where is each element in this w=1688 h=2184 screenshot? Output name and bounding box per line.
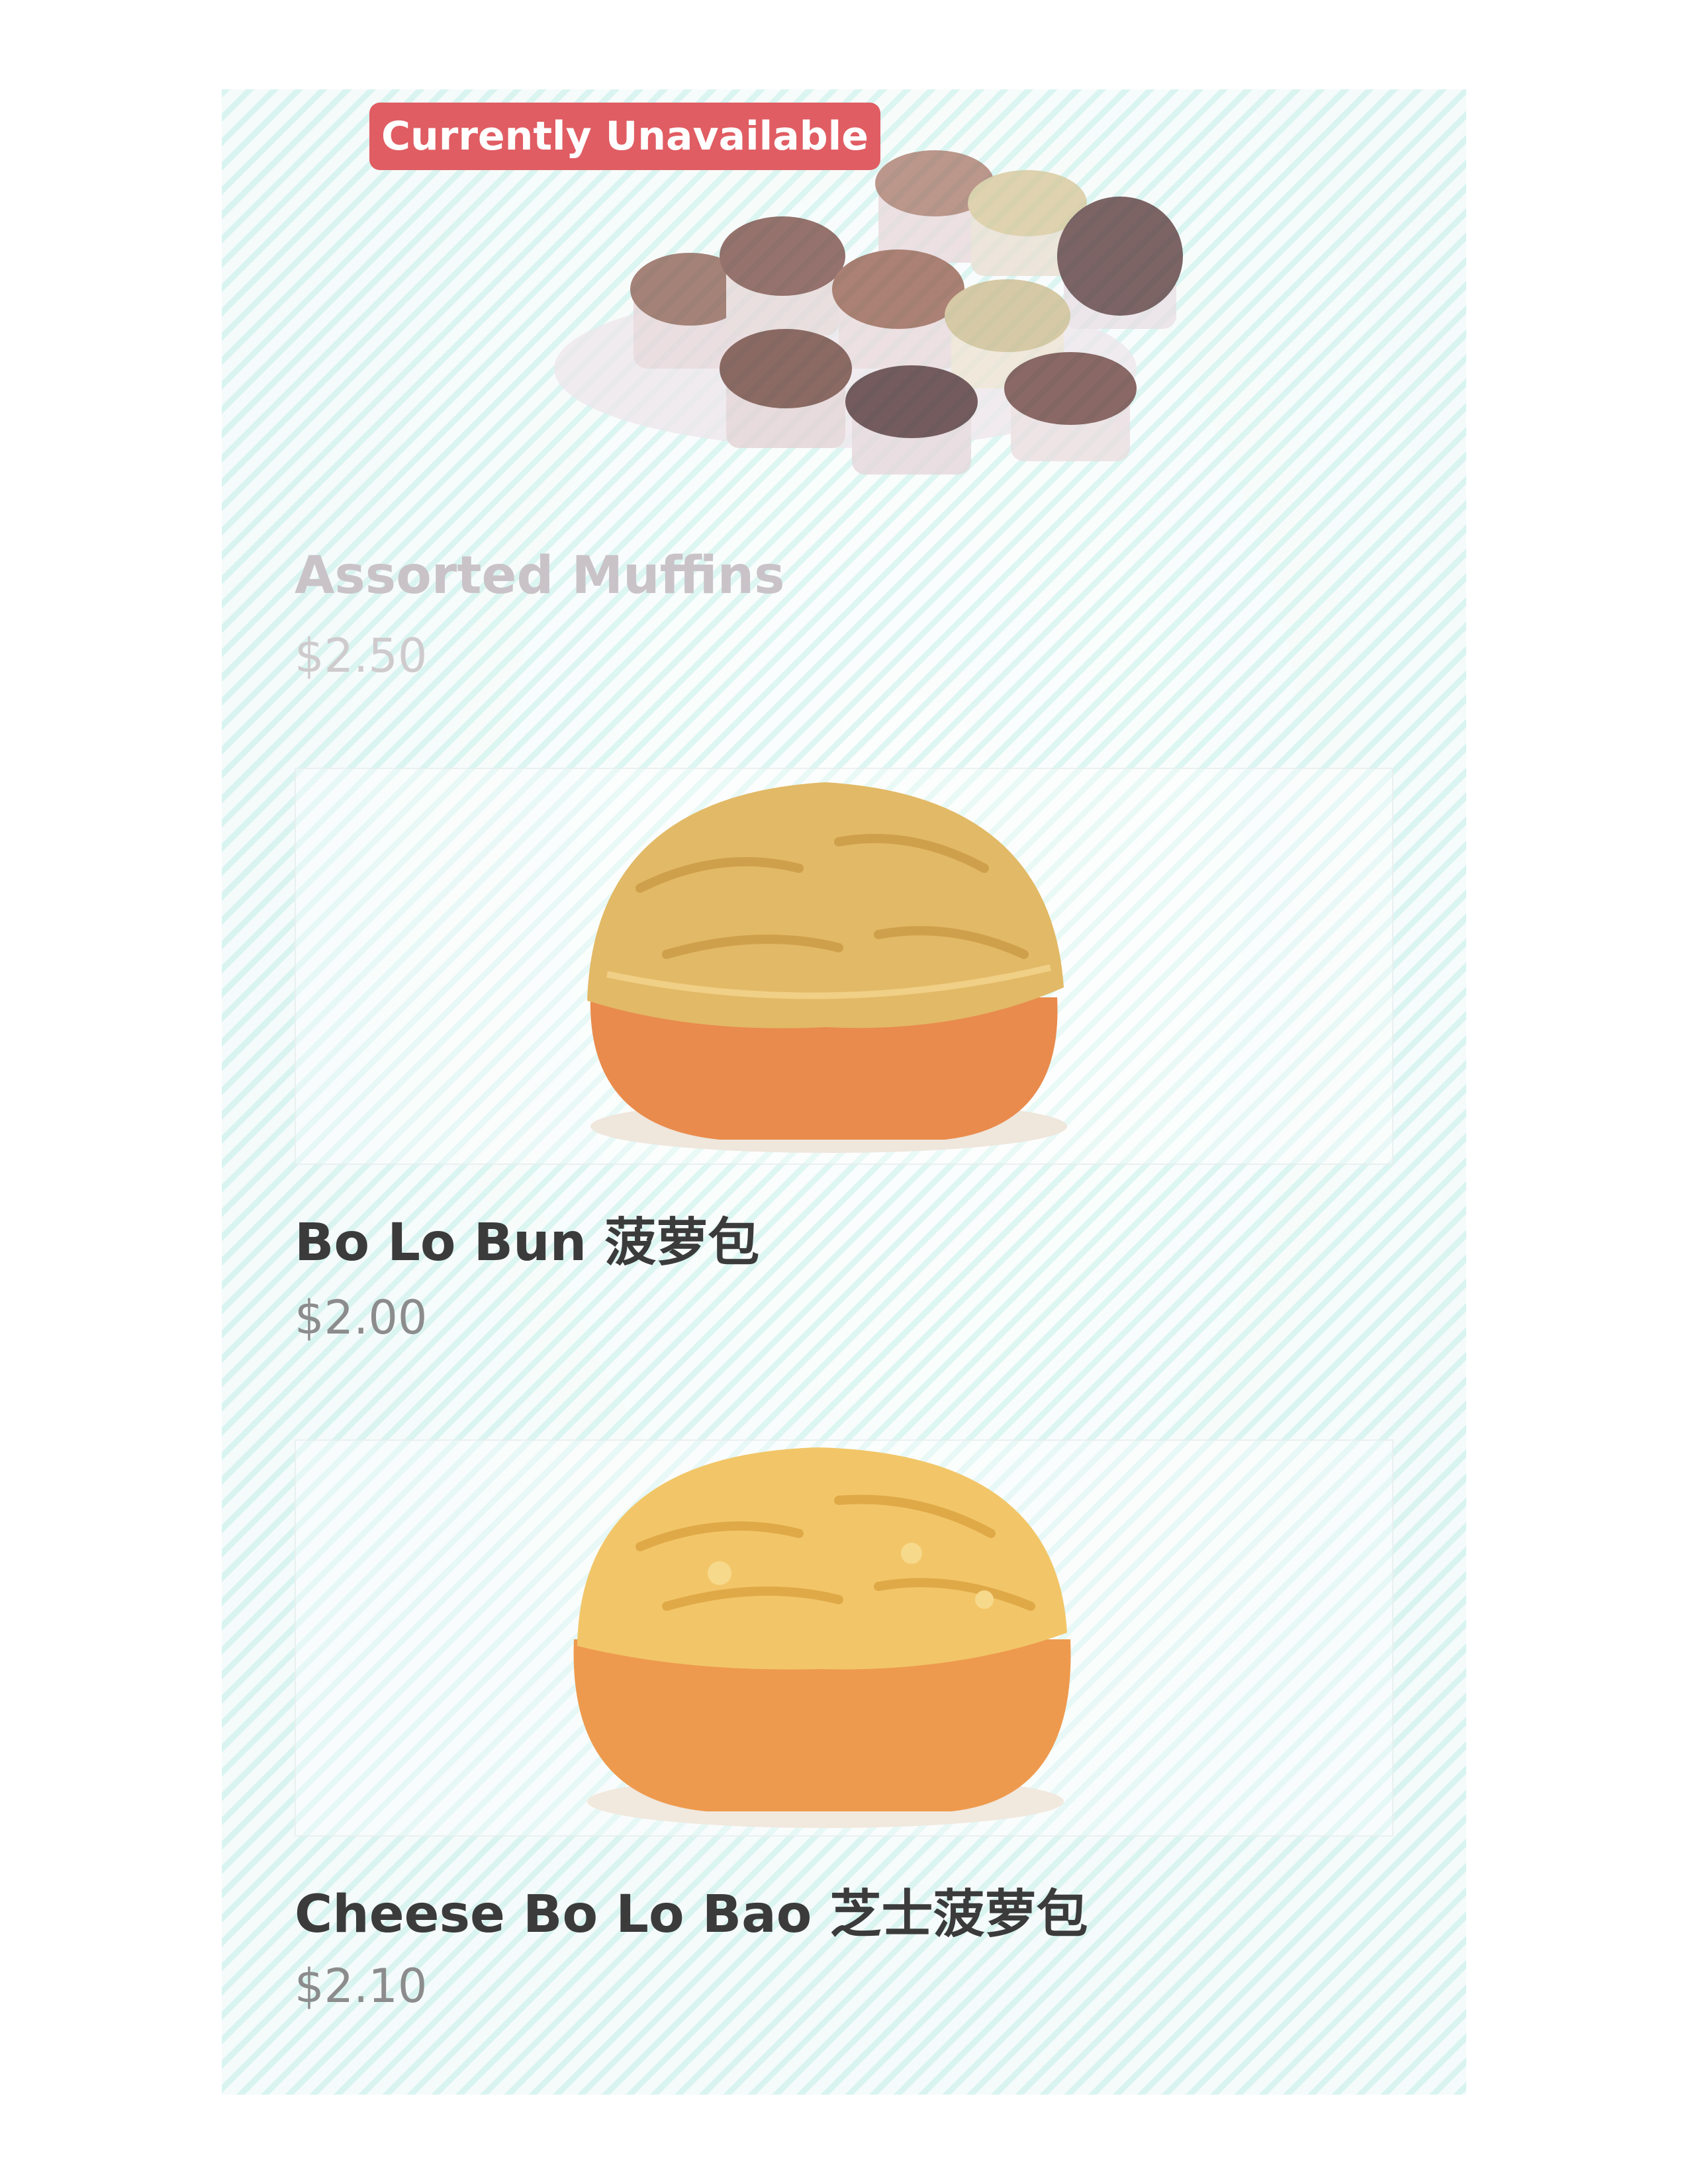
menu-item-card[interactable]: Currently Unavailable Assorted Muffins $… [295,89,1393,683]
item-price: $2.50 [295,629,428,683]
item-name[interactable]: Cheese Bo Lo Bao 芝士菠萝包 [295,1873,1088,1947]
item-price: $2.10 [295,1959,428,2013]
menu-screen: Currently Unavailable Assorted Muffins $… [222,89,1466,2095]
menu-item-card[interactable]: Bo Lo Bun 菠萝包 $2.00 [295,768,1393,1345]
bo-lo-bun-image [587,782,1067,1153]
cheese-bo-lo-bao-image [573,1447,1071,1828]
item-price: $2.00 [295,1291,428,1345]
menu-item-card[interactable]: Cheese Bo Lo Bao 芝士菠萝包 $2.10 [295,1439,1393,2013]
item-name[interactable]: Assorted Muffins [295,546,785,606]
unavailable-badge: Currently Unavailable [369,103,880,170]
item-photo-cheese-bo-lo-bao[interactable] [295,1439,1393,1837]
item-name[interactable]: Bo Lo Bun 菠萝包 [295,1201,759,1275]
item-photo-bo-lo-bun[interactable] [295,768,1393,1165]
